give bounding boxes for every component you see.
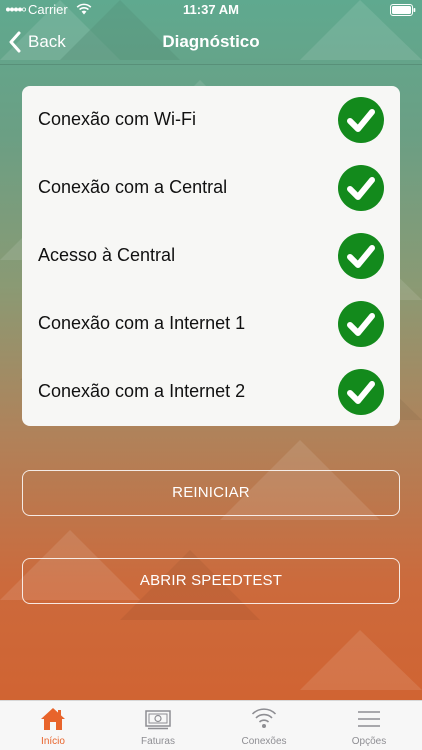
diagnostic-row-central-connection: Conexão com a Central bbox=[22, 154, 400, 222]
check-circle-icon bbox=[338, 97, 384, 143]
tab-faturas[interactable]: Faturas bbox=[105, 701, 211, 750]
diagnostics-card: Conexão com Wi-Fi Conexão com a Central … bbox=[22, 86, 400, 426]
tab-label: Conexões bbox=[241, 736, 287, 747]
check-circle-icon bbox=[338, 369, 384, 415]
menu-icon bbox=[358, 711, 380, 727]
diagnostic-row-wifi: Conexão com Wi-Fi bbox=[22, 86, 400, 154]
diagnostic-label: Conexão com a Internet 1 bbox=[38, 313, 246, 333]
check-circle-icon bbox=[338, 233, 384, 279]
status-time: 11:37 AM bbox=[183, 2, 239, 17]
tab-label: Faturas bbox=[141, 736, 175, 747]
page-title: Diagnóstico bbox=[162, 32, 260, 51]
open-speedtest-button[interactable]: ABRIR SPEEDTEST bbox=[22, 558, 400, 604]
wifi-icon bbox=[251, 708, 277, 728]
check-circle-icon bbox=[338, 301, 384, 347]
home-icon bbox=[41, 708, 65, 730]
app-screen: Carrier 11:37 AM Back Diagnóstico Conexã… bbox=[0, 0, 422, 750]
diagnostic-label: Acesso à Central bbox=[38, 245, 176, 265]
tab-label: Início bbox=[41, 736, 65, 747]
diagnostic-label: Conexão com a Internet 2 bbox=[38, 381, 246, 401]
battery-icon bbox=[390, 4, 416, 16]
tab-inicio[interactable]: Início bbox=[0, 701, 106, 750]
diagnostic-row-internet-2: Conexão com a Internet 2 bbox=[22, 358, 400, 426]
restart-button[interactable]: REINICIAR bbox=[22, 470, 400, 516]
check-circle-icon bbox=[338, 165, 384, 211]
tab-conexoes[interactable]: Conexões bbox=[211, 701, 317, 750]
tab-label: Opções bbox=[351, 736, 387, 747]
bill-icon bbox=[145, 710, 171, 730]
navigation-bar: Back Diagnóstico bbox=[0, 20, 422, 65]
diagnostic-label: Conexão com a Central bbox=[38, 177, 228, 197]
diagnostic-row-central-access: Acesso à Central bbox=[22, 222, 400, 290]
tab-opcoes[interactable]: Opções bbox=[316, 701, 422, 750]
tab-bar: Início Faturas Conexões Opções bbox=[0, 700, 422, 750]
diagnostic-row-internet-1: Conexão com a Internet 1 bbox=[22, 290, 400, 358]
status-bar: Carrier 11:37 AM bbox=[0, 0, 422, 20]
diagnostic-label: Conexão com Wi-Fi bbox=[38, 109, 197, 129]
